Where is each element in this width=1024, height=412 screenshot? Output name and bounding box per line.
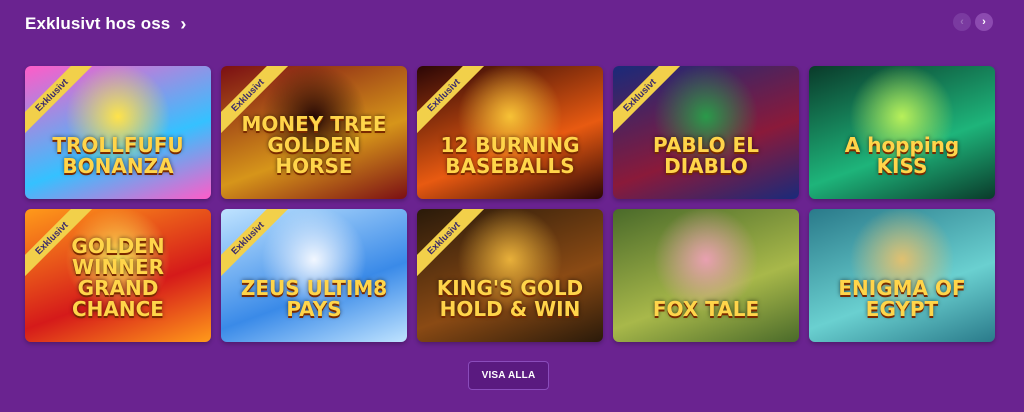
section-header: Exklusivt hos oss › (25, 14, 186, 34)
game-title: FOX TALE (652, 297, 760, 321)
section-title[interactable]: Exklusivt hos oss (25, 14, 170, 34)
game-tile[interactable]: TROLLFUFU BONANZA Exklusivt (25, 66, 211, 199)
game-tile[interactable]: 12 BURNING BASEBALLS Exklusivt (417, 66, 603, 199)
game-title: A hopping KISS (844, 133, 960, 178)
game-title: ZEUS ULTIM8 PAYS (240, 276, 388, 321)
game-tile[interactable]: GOLDEN WINNER GRAND CHANCE Exklusivt (25, 209, 211, 342)
game-tile[interactable]: PABLO EL DIABLO Exklusivt (613, 66, 799, 199)
game-title: TROLLFUFU BONANZA (52, 133, 184, 178)
chevron-right-icon[interactable]: › (180, 15, 186, 33)
game-grid: TROLLFUFU BONANZA Exklusivt MONEY TREE GOL… (25, 66, 995, 342)
game-artwork (613, 209, 799, 342)
game-tile[interactable]: ENIGMA OF EGYPT (809, 209, 995, 342)
game-title: GOLDEN WINNER GRAND CHANCE (71, 234, 165, 321)
game-tile[interactable]: MONEY TREE GOLDEN HORSE Exklusivt (221, 66, 407, 199)
show-all-button[interactable]: VISA ALLA (468, 361, 549, 390)
game-title: KING'S GOLD HOLD & WIN (436, 276, 584, 321)
game-title: PABLO EL DIABLO (653, 133, 759, 178)
game-tile[interactable]: A hopping KISS (809, 66, 995, 199)
next-arrow-button[interactable]: › (975, 13, 993, 31)
game-title: 12 BURNING BASEBALLS (440, 133, 580, 178)
game-title: ENIGMA OF EGYPT (838, 276, 966, 321)
game-tile[interactable]: KING'S GOLD HOLD & WIN Exklusivt (417, 209, 603, 342)
game-tile[interactable]: ZEUS ULTIM8 PAYS Exklusivt (221, 209, 407, 342)
carousel-nav: ‹ › (953, 13, 993, 31)
game-tile[interactable]: FOX TALE (613, 209, 799, 342)
game-title: MONEY TREE GOLDEN HORSE (241, 112, 387, 178)
prev-arrow-button[interactable]: ‹ (953, 13, 971, 31)
